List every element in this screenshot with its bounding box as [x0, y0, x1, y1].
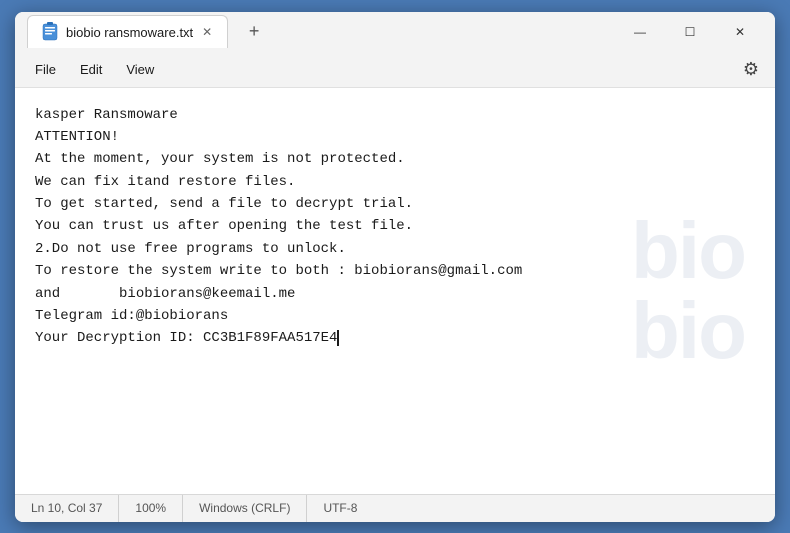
editor-content: kasper Ransmoware ATTENTION! At the mome… [35, 104, 755, 350]
status-position: Ln 10, Col 37 [27, 495, 119, 522]
menu-view[interactable]: View [114, 58, 166, 81]
close-button[interactable]: ✕ [717, 16, 763, 48]
title-bar: biobio ransmoware.txt ✕ + — ☐ ✕ [15, 12, 775, 52]
tab-title: biobio ransmoware.txt [66, 25, 193, 40]
status-encoding: UTF-8 [307, 495, 373, 522]
main-window: biobio ransmoware.txt ✕ + — ☐ ✕ File Edi… [15, 12, 775, 522]
editor-area[interactable]: biobio kasper Ransmoware ATTENTION! At t… [15, 88, 775, 494]
menu-file[interactable]: File [23, 58, 68, 81]
status-bar: Ln 10, Col 37 100% Windows (CRLF) UTF-8 [15, 494, 775, 522]
status-zoom: 100% [119, 495, 183, 522]
status-line-ending: Windows (CRLF) [183, 495, 307, 522]
menu-edit[interactable]: Edit [68, 58, 114, 81]
settings-icon[interactable]: ⚙ [735, 53, 767, 85]
minimize-button[interactable]: — [617, 16, 663, 48]
file-tab[interactable]: biobio ransmoware.txt ✕ [27, 15, 228, 48]
window-controls: — ☐ ✕ [617, 16, 763, 48]
title-bar-left: biobio ransmoware.txt ✕ + [27, 15, 617, 48]
notepad-icon [40, 22, 60, 42]
menu-bar: File Edit View ⚙ [15, 52, 775, 88]
text-cursor [337, 330, 339, 346]
new-tab-button[interactable]: + [240, 18, 268, 46]
tab-close-button[interactable]: ✕ [199, 24, 215, 40]
maximize-button[interactable]: ☐ [667, 16, 713, 48]
